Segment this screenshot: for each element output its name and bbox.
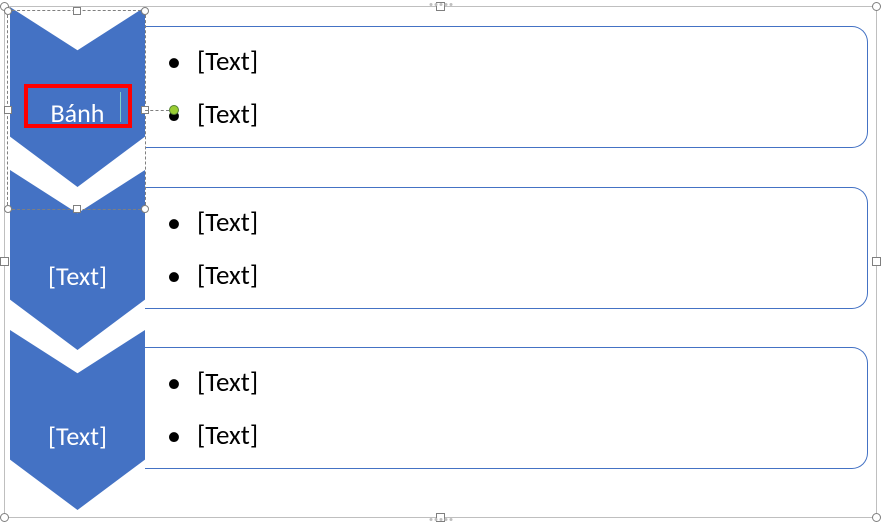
resize-handle[interactable] (0, 513, 9, 522)
resize-handle[interactable] (872, 513, 881, 522)
list-item[interactable]: [Text] (167, 196, 849, 249)
chevron-shape-3[interactable]: [Text] (10, 330, 145, 510)
content-box-2[interactable]: [Text] [Text] (145, 187, 868, 309)
shape-selection (7, 10, 146, 210)
resize-handle[interactable] (141, 205, 149, 213)
content-column: [Text] [Text] [Text] [Text] [Text] [Text… (145, 12, 871, 512)
content-box-1[interactable]: [Text] [Text] (145, 26, 868, 148)
list-item[interactable]: [Text] (167, 356, 849, 409)
resize-handle[interactable] (4, 7, 12, 15)
bullet-text[interactable]: [Text] (197, 197, 258, 248)
resize-handle[interactable] (4, 106, 12, 114)
bullet-list: [Text] [Text] (167, 196, 849, 302)
grip-icon (429, 3, 452, 6)
resize-handle[interactable] (141, 7, 149, 15)
list-item[interactable]: [Text] (167, 35, 849, 88)
resize-handle[interactable] (73, 7, 81, 15)
list-item[interactable]: [Text] (167, 249, 849, 302)
bullet-text[interactable]: [Text] (197, 250, 258, 301)
bullet-text[interactable]: [Text] (197, 89, 258, 140)
smartart-canvas[interactable]: Bánh [Text] [Text] [Text] [Text] [Text] … (4, 6, 877, 518)
rotation-connector (145, 110, 169, 111)
vertical-chevron-list: Bánh [Text] [Text] [Text] [Text] [Text] … (10, 12, 871, 512)
resize-handle[interactable] (73, 205, 81, 213)
chevron-label[interactable]: [Text] (10, 420, 145, 452)
bullet-text[interactable]: [Text] (197, 36, 258, 87)
list-item[interactable]: [Text] (167, 409, 849, 462)
list-item[interactable]: [Text] (167, 88, 849, 141)
resize-handle[interactable] (872, 2, 881, 11)
chevron-label[interactable]: [Text] (10, 260, 145, 292)
resize-handle[interactable] (4, 205, 12, 213)
bullet-list: [Text] [Text] (167, 35, 849, 141)
content-box-3[interactable]: [Text] [Text] (145, 347, 868, 469)
grip-icon (429, 518, 452, 521)
resize-handle[interactable] (0, 257, 9, 266)
rotation-handle[interactable] (169, 105, 179, 115)
bullet-list: [Text] [Text] (167, 356, 849, 462)
bullet-text[interactable]: [Text] (197, 357, 258, 408)
resize-handle[interactable] (872, 257, 881, 266)
bullet-text[interactable]: [Text] (197, 410, 258, 461)
